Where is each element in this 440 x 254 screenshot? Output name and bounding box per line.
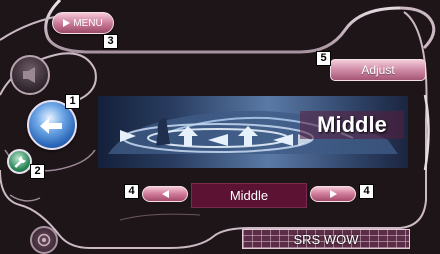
knob-icon [37, 233, 51, 247]
speaker-icon [23, 67, 35, 83]
callout-4-left: 4 [124, 184, 139, 199]
display-mode-label: Middle [300, 111, 404, 139]
srs-wow-button[interactable]: SRS WOW [242, 229, 410, 249]
play-triangle-icon [63, 19, 71, 27]
left-triangle-icon [161, 190, 169, 198]
menu-button[interactable]: MENU [52, 12, 114, 34]
callout-2: 2 [30, 164, 45, 179]
adjust-button[interactable]: Adjust [330, 59, 426, 81]
right-triangle-icon [329, 190, 337, 198]
callout-5: 5 [316, 51, 331, 66]
next-button[interactable] [310, 186, 356, 202]
setup-button[interactable] [7, 149, 32, 174]
mode-value-field: Middle [191, 183, 307, 208]
wrench-icon [13, 155, 26, 168]
callout-4-right: 4 [359, 184, 374, 199]
callout-3: 3 [103, 34, 118, 49]
speaker-button[interactable] [10, 55, 50, 95]
previous-button[interactable] [142, 186, 188, 202]
return-arrow-icon [40, 118, 62, 134]
source-knob-button[interactable] [30, 226, 58, 254]
menu-button-label: MENU [73, 17, 103, 29]
callout-1: 1 [65, 94, 80, 109]
srs-wow-screen: MENU 3 1 2 Adjust 5 Middle 4 Middle 4 SR… [0, 0, 440, 254]
